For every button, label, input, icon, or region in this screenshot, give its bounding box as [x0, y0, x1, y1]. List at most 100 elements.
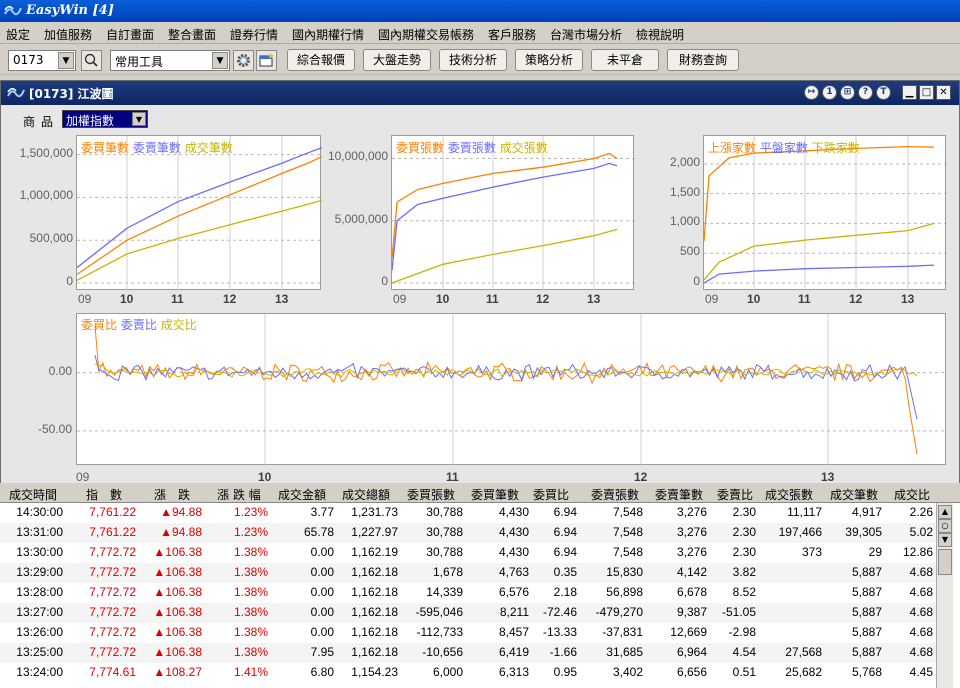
menu-securities-quotes[interactable]: 證券行情 — [230, 26, 278, 43]
table-row[interactable]: 13:31:00 7,761.22 ▲94.88 1.23% 65.78 1,227.97… — [0, 523, 936, 543]
column-header[interactable]: 成交比 — [872, 486, 952, 503]
y-tick-label: 500 — [679, 244, 700, 259]
table-cell: 1.38% — [233, 605, 268, 619]
menu-domestic-futures-quotes[interactable]: 國內期權行情 — [292, 26, 364, 43]
table-row[interactable]: 13:27:00 7,772.72 ▲106.38 1.38% 0.00 1,162.18… — [0, 603, 936, 623]
table-cell: 12.86 — [902, 545, 933, 559]
column-header[interactable]: 成交時間 — [0, 486, 73, 503]
series-line-1 — [94, 325, 918, 455]
x-tick-label: 10 — [258, 470, 272, 484]
menu-customer-service[interactable]: 客戶服務 — [488, 26, 536, 43]
scroll-up-icon[interactable]: ▲ — [938, 505, 952, 519]
table-cell: ▲106.38 — [153, 565, 202, 579]
menu-taiwan-market-analysis[interactable]: 台灣市場分析 — [550, 26, 622, 43]
x-tick-label: 13 — [275, 292, 289, 306]
series-line-3 — [703, 222, 935, 281]
button-strategy-analysis[interactable]: 策略分析 — [515, 49, 583, 71]
topmost-icon[interactable]: T — [876, 85, 891, 100]
help-icon[interactable]: ? — [858, 85, 873, 100]
menu-settings[interactable]: 設定 — [6, 26, 30, 43]
table-cell: 7,548 — [612, 525, 643, 539]
x-tick-label: 12 — [634, 470, 648, 484]
table-cell: 13:30:00 — [16, 545, 63, 559]
x-tick-label: 13 — [587, 292, 601, 306]
table-cell: 1,231.73 — [351, 505, 398, 519]
table-cell: 6.94 — [553, 525, 577, 539]
scroll-thumb[interactable] — [938, 549, 952, 575]
menu-value-added[interactable]: 加值服務 — [44, 26, 92, 43]
table-cell: 13:29:00 — [16, 565, 63, 579]
menu-custom-screen[interactable]: 自訂畫面 — [106, 26, 154, 43]
table-cell: 4.68 — [909, 625, 933, 639]
table-cell: 4.68 — [909, 605, 933, 619]
chart-ratios-svg — [77, 314, 947, 466]
chart-order-counts-svg — [76, 136, 327, 291]
button-market-trend[interactable]: 大盤走勢 — [363, 49, 431, 71]
x-tick-label: 13 — [901, 292, 915, 306]
close-icon[interactable]: ✕ — [936, 85, 951, 100]
table-row[interactable]: 14:30:00 7,761.22 ▲94.88 1.23% 3.77 1,231.73 3… — [0, 503, 936, 523]
x-tick-label: 11 — [446, 470, 459, 484]
pin-icon[interactable]: ↦ — [804, 85, 819, 100]
gear-icon[interactable] — [233, 50, 254, 71]
x-tick-label: 13 — [821, 470, 835, 484]
button-summary-quotes[interactable]: 綜合報價 — [287, 49, 355, 71]
x-tick-label: 12 — [223, 292, 237, 306]
scroll-down-icon[interactable]: ▼ — [938, 533, 952, 547]
product-value: 加權指數 — [66, 114, 115, 128]
tools-value: 常用工具 — [115, 55, 164, 69]
table-cell: 6,000 — [432, 665, 463, 679]
tools-combobox[interactable]: 常用工具 ▼ — [110, 50, 230, 71]
chart-advance-decline-svg — [703, 136, 947, 291]
table-cell: 30,788 — [426, 545, 463, 559]
y-tick-label: 500,000 — [29, 231, 73, 246]
x-tick-label: 10 — [436, 292, 450, 306]
table-cell: ▲106.38 — [153, 545, 202, 559]
new-window-icon[interactable] — [256, 50, 277, 71]
table-cell: 13:24:00 — [16, 665, 63, 679]
table-cell: 7,774.61 — [89, 665, 136, 679]
button-open-interest[interactable]: 未平倉 — [591, 49, 659, 71]
code-combobox[interactable]: 0173 ▼ — [8, 50, 76, 71]
table-cell: 1.38% — [233, 545, 268, 559]
legend-series: 下跌家數 — [811, 141, 860, 155]
x-tick-label: 12 — [536, 292, 550, 306]
scroll-page-icon[interactable]: ○ — [938, 519, 952, 533]
chevron-down-icon[interactable]: ▼ — [212, 52, 228, 69]
calculator-icon[interactable]: ⊞ — [840, 85, 855, 100]
link-group-1-icon[interactable]: 1 — [822, 85, 837, 100]
table-cell: -479,270 — [595, 605, 643, 619]
table-row[interactable]: 13:30:00 7,772.72 ▲106.38 1.38% 0.00 1,162.19… — [0, 543, 936, 563]
maximize-icon[interactable]: □ — [919, 85, 934, 100]
y-tick-label: -50.00 — [37, 421, 72, 436]
table-header: 成交時間指 數漲 跌漲 跌 幅成交金額 成交總額 委買張數 委買筆數 委買比 委賣張數 委賣… — [0, 483, 960, 503]
menu-domestic-futures-trading[interactable]: 國內期權交易帳務 — [378, 26, 474, 43]
table-row[interactable]: 13:25:00 7,772.72 ▲106.38 1.38% 7.95 1,162.18… — [0, 643, 936, 663]
table-row[interactable]: 13:26:00 7,772.72 ▲106.38 1.38% 0.00 1,162.18… — [0, 623, 936, 643]
table-cell: 0.35 — [553, 565, 577, 579]
y-tick-label: 1,500,000 — [19, 145, 73, 160]
button-technical-analysis[interactable]: 技術分析 — [439, 49, 507, 71]
table-cell: 0.00 — [310, 565, 334, 579]
table-cell: 4.68 — [909, 585, 933, 599]
chevron-down-icon[interactable]: ▼ — [132, 112, 146, 126]
table-cell: 30,788 — [426, 525, 463, 539]
minimize-icon[interactable]: ▁ — [902, 85, 917, 100]
legend-series: 成交比 — [160, 318, 197, 332]
table-row[interactable]: 13:28:00 7,772.72 ▲106.38 1.38% 0.00 1,162.18… — [0, 583, 936, 603]
table-cell: -10,656 — [422, 645, 463, 659]
menu-integrated-screen[interactable]: 整合畫面 — [168, 26, 216, 43]
table-row[interactable]: 13:29:00 7,772.72 ▲106.38 1.38% 0.00 1,162.18… — [0, 563, 936, 583]
button-financial-query[interactable]: 財務查詢 — [667, 49, 739, 71]
x-tick-label: 10 — [120, 292, 134, 306]
table-row[interactable]: 13:24:00 7,774.61 ▲108.27 1.41% 6.80 1,154.23… — [0, 663, 936, 683]
vertical-scrollbar[interactable]: ▲ ○ ▼ — [936, 503, 953, 688]
search-icon[interactable] — [81, 50, 102, 71]
legend-series: 委賣筆數 — [132, 141, 181, 155]
table-cell: 7,772.72 — [89, 625, 136, 639]
chevron-down-icon[interactable]: ▼ — [58, 52, 74, 69]
menu-view-help[interactable]: 檢視說明 — [636, 26, 684, 43]
app-titlebar: EasyWin [4] — [0, 0, 960, 22]
table-cell: 1,162.18 — [351, 565, 398, 579]
product-selector[interactable]: 加權指數 ▼ — [62, 110, 148, 128]
